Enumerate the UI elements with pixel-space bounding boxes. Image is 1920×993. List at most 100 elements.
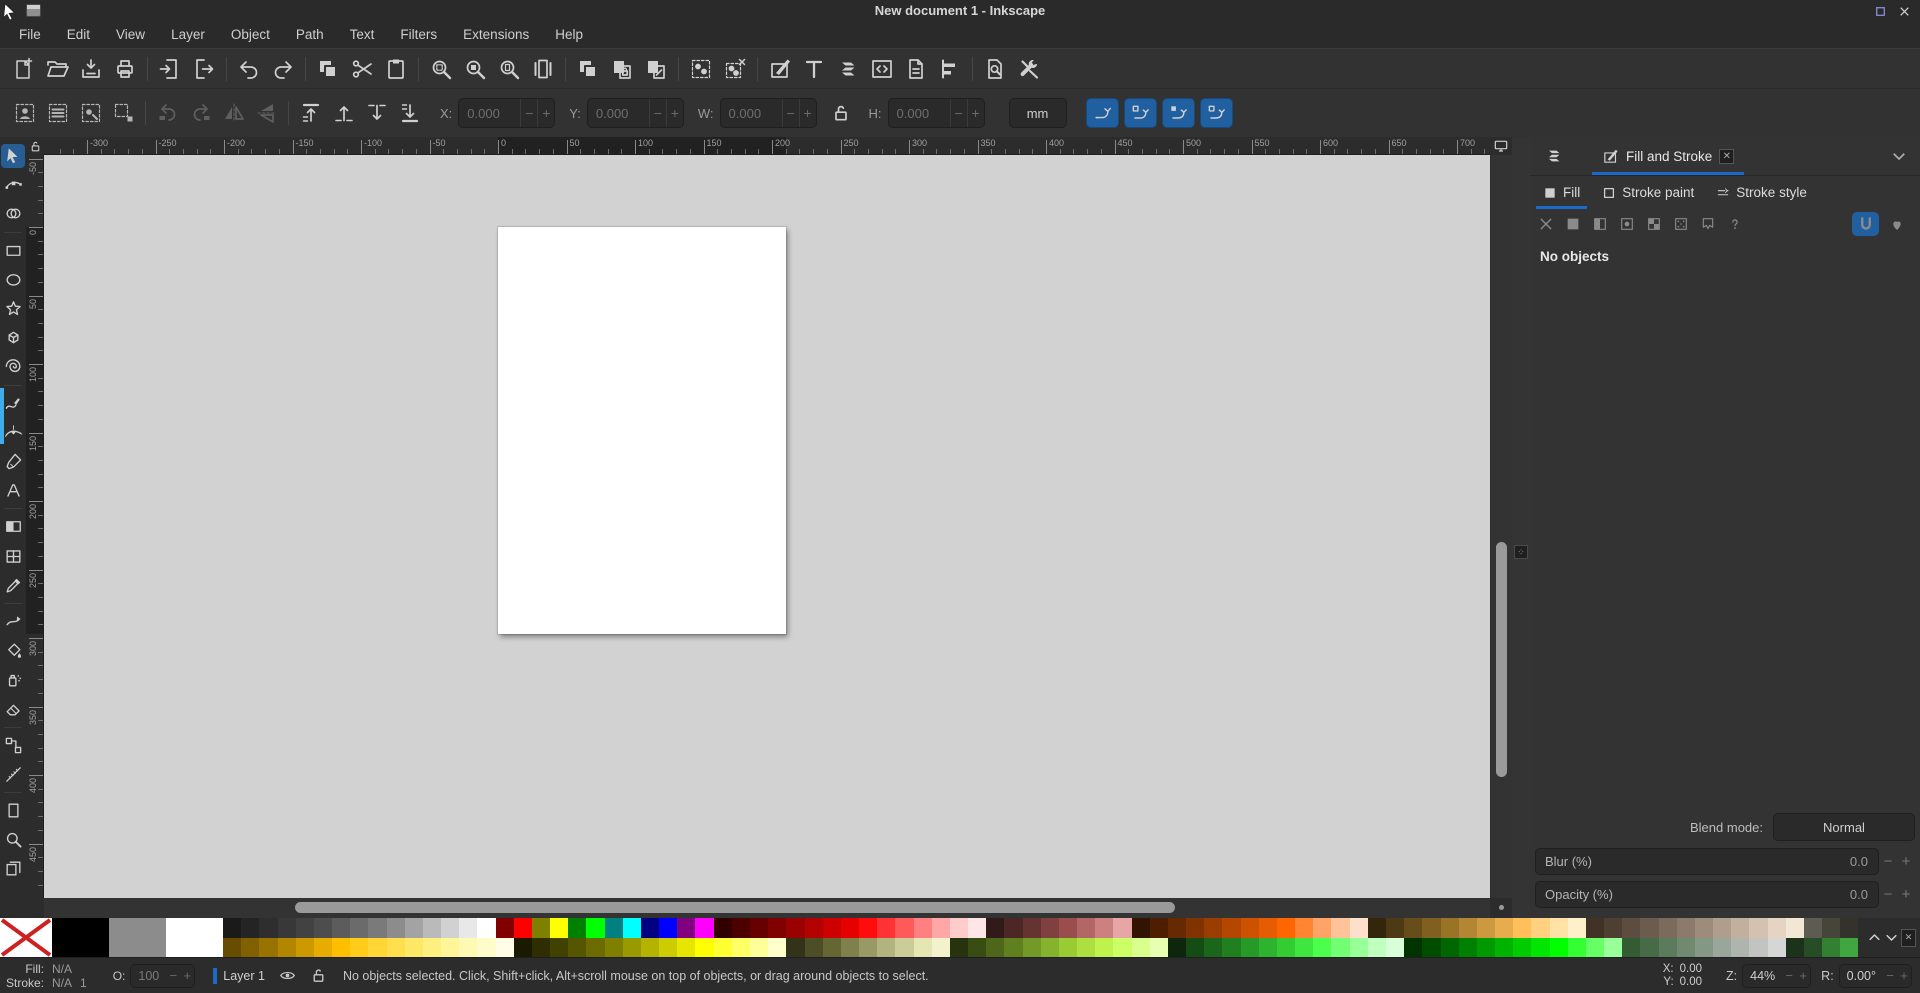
tool-tweak[interactable] (1, 609, 25, 633)
zoom-value[interactable]: 44% (1743, 969, 1782, 983)
palette-swatch[interactable] (1240, 918, 1259, 938)
preferences-button[interactable] (1012, 53, 1046, 85)
palette-swatch[interactable] (1567, 918, 1586, 938)
tool-spiral[interactable] (1, 355, 25, 379)
flip-vertical-button[interactable] (250, 97, 283, 130)
palette-swatch[interactable] (913, 937, 932, 957)
palette-swatch[interactable] (277, 918, 296, 938)
palette-swatch[interactable] (1313, 918, 1332, 938)
scale-stroke-toggle[interactable] (1085, 98, 1119, 128)
palette-swatch[interactable] (1022, 918, 1041, 938)
palette-swatch[interactable] (1204, 937, 1223, 957)
rotation-spinbox[interactable]: 0.00° − + (1838, 963, 1912, 988)
palette-swatch[interactable] (659, 937, 678, 957)
zoom-dec-button[interactable]: − (1782, 968, 1796, 983)
palette-swatch[interactable] (1422, 918, 1441, 938)
dock-grip-icon[interactable]: ⁘ (1514, 545, 1528, 559)
palette-swatch[interactable] (513, 937, 532, 957)
palette-swatch[interactable] (495, 937, 514, 957)
palette-swatch[interactable] (786, 918, 805, 938)
palette-swatch[interactable] (804, 937, 823, 957)
tool-selector[interactable] (1, 143, 25, 168)
scale-corners-toggle[interactable] (1123, 98, 1157, 128)
palette-swatch[interactable] (1731, 918, 1750, 938)
tool-calligraphy[interactable] (1, 449, 25, 473)
palette-swatch[interactable] (1349, 918, 1368, 938)
rotate-ccw-button[interactable] (151, 97, 184, 130)
y-field[interactable]: 0.000− + (586, 98, 684, 128)
palette-swatch[interactable] (1476, 918, 1496, 938)
palette-swatch[interactable] (1276, 937, 1296, 957)
palette-swatch[interactable] (968, 937, 987, 957)
palette-swatch[interactable] (913, 918, 932, 938)
palette-swatch[interactable] (968, 918, 987, 938)
palette-swatch[interactable] (422, 918, 442, 938)
w-plus-button[interactable]: + (798, 99, 816, 127)
palette-swatch[interactable] (1313, 937, 1332, 957)
palette-swatch[interactable] (1040, 918, 1059, 938)
palette-swatch[interactable] (1458, 937, 1477, 957)
chevron-down-icon[interactable] (1890, 147, 1908, 165)
unit-select[interactable]: mm (1008, 98, 1067, 128)
tool-connector[interactable] (1, 733, 25, 757)
palette-swatch[interactable] (1113, 918, 1132, 938)
tool-box-3d[interactable] (1, 326, 25, 350)
palette-swatch[interactable] (1077, 937, 1096, 957)
select-all-button[interactable] (8, 97, 41, 130)
layer-visibility-eye-icon[interactable] (279, 967, 296, 984)
blur-minus-button[interactable]: − (1879, 853, 1897, 870)
zoom-drawing-button[interactable] (458, 53, 492, 85)
palette-swatch[interactable] (568, 918, 587, 938)
palette-swatch[interactable] (604, 918, 623, 938)
raise-button[interactable] (327, 97, 360, 130)
palette-swatch[interactable] (804, 918, 823, 938)
redo-button[interactable] (266, 53, 300, 85)
palette-swatch[interactable] (931, 937, 950, 957)
select-same-button[interactable] (74, 97, 107, 130)
blur-value[interactable]: 0.0 (1850, 854, 1878, 869)
tab-fill[interactable]: Fill (1534, 176, 1589, 209)
palette-swatch[interactable] (495, 918, 514, 938)
palette-swatch[interactable] (1167, 937, 1187, 957)
palette-swatch[interactable] (677, 918, 696, 938)
palette-swatch[interactable] (1349, 937, 1368, 957)
zoom-selection-button[interactable] (424, 53, 458, 85)
palette-swatch[interactable] (622, 918, 641, 938)
palette-swatch[interactable] (368, 937, 387, 957)
palette-swatch[interactable] (749, 937, 769, 957)
palette-swatch[interactable] (695, 937, 714, 957)
palette-swatch[interactable] (1440, 937, 1459, 957)
palette-swatch[interactable] (949, 918, 969, 938)
palette-swatch[interactable] (1476, 937, 1496, 957)
palette-swatch[interactable] (1222, 937, 1241, 957)
palette-swatch[interactable] (1622, 918, 1641, 938)
palette-swatch[interactable] (640, 937, 660, 957)
save-document-button[interactable] (74, 53, 108, 85)
palette-swatch[interactable] (477, 937, 496, 957)
palette-swatch[interactable] (840, 937, 860, 957)
w-field[interactable]: 0.000− + (719, 98, 817, 128)
tab-stroke-style[interactable]: Stroke style (1707, 176, 1816, 209)
palette-swatch[interactable] (1022, 937, 1041, 957)
create-clone-button[interactable] (605, 53, 639, 85)
palette-swatch[interactable] (1694, 937, 1714, 957)
opacity-slider[interactable]: Opacity (%) 0.0 (1535, 881, 1879, 908)
y-minus-button[interactable]: − (648, 99, 666, 127)
dock-tab-close-icon[interactable]: ✕ (1719, 148, 1735, 164)
palette-swatch[interactable] (404, 918, 423, 938)
unlink-clone-button[interactable] (639, 53, 673, 85)
palette-swatch[interactable] (313, 937, 333, 957)
vertical-scrollbar-thumb[interactable] (1496, 542, 1507, 777)
zoom-1-1-button[interactable] (526, 53, 560, 85)
palette-swatch[interactable] (550, 918, 569, 938)
color-managed-display-icon[interactable] (1492, 138, 1510, 154)
tool-zoom[interactable] (1, 828, 25, 852)
open-document-button[interactable] (40, 53, 74, 85)
tool-paint-bucket[interactable] (1, 639, 25, 663)
palette-swatch[interactable] (1549, 918, 1568, 938)
maximize-icon[interactable] (1872, 3, 1888, 19)
page[interactable] (498, 227, 786, 634)
palette-swatch[interactable] (295, 918, 314, 938)
tool-node-editor[interactable] (1, 173, 25, 197)
palette-swatch[interactable] (1731, 937, 1750, 957)
